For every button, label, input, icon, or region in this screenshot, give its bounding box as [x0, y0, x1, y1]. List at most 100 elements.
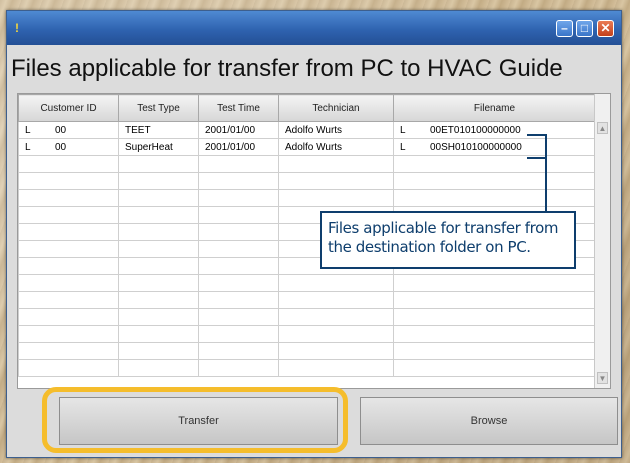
empty-cell	[198, 291, 279, 309]
empty-cell	[198, 206, 279, 224]
empty-cell	[278, 172, 394, 190]
empty-cell	[278, 359, 394, 377]
empty-cell	[198, 240, 279, 258]
empty-cell	[18, 325, 119, 343]
empty-cell	[278, 291, 394, 309]
vertical-scrollbar[interactable]: ▲ ▼	[594, 94, 610, 388]
empty-cell	[18, 155, 119, 173]
empty-cell	[118, 240, 199, 258]
minimize-button[interactable]: –	[556, 20, 573, 37]
empty-cell	[118, 308, 199, 326]
empty-cell	[18, 206, 119, 224]
empty-cell	[118, 342, 199, 360]
transfer-highlight-frame	[42, 387, 348, 453]
test-type-cell: SuperHeat	[118, 138, 199, 156]
table-row[interactable]: L 00 TEET 2001/01/00 Adolfo Wurts L 00ET01…	[18, 121, 596, 139]
empty-table-row	[18, 155, 596, 173]
empty-cell	[18, 308, 119, 326]
empty-cell	[278, 342, 394, 360]
column-header-customer-id[interactable]: Customer ID	[18, 94, 119, 122]
test-type-cell: TEET	[118, 121, 199, 139]
callout-annotation: Files applicable for transfer from the d…	[320, 211, 576, 269]
empty-cell	[393, 325, 596, 343]
empty-cell	[393, 342, 596, 360]
empty-cell	[198, 308, 279, 326]
empty-cell	[393, 155, 596, 173]
empty-cell	[198, 172, 279, 190]
app-window: ! – □ ✕ Files applicable for transfer fr…	[6, 10, 622, 458]
test-time-cell: 2001/01/00	[198, 121, 279, 139]
empty-table-row	[18, 274, 596, 292]
browse-button[interactable]: Browse	[360, 397, 618, 445]
callout-connector	[545, 134, 547, 212]
test-time-cell: 2001/01/00	[198, 138, 279, 156]
empty-cell	[118, 172, 199, 190]
empty-cell	[118, 206, 199, 224]
app-warning-icon: !	[15, 21, 19, 35]
empty-table-row	[18, 342, 596, 360]
empty-cell	[198, 257, 279, 275]
empty-cell	[278, 325, 394, 343]
close-button[interactable]: ✕	[597, 20, 614, 37]
empty-cell	[198, 223, 279, 241]
scroll-down-arrow-icon[interactable]: ▼	[597, 372, 608, 384]
empty-cell	[393, 359, 596, 377]
empty-table-row	[18, 325, 596, 343]
column-header-test-type[interactable]: Test Type	[118, 94, 199, 122]
empty-table-row	[18, 172, 596, 190]
empty-cell	[278, 274, 394, 292]
column-header-test-time[interactable]: Test Time	[198, 94, 279, 122]
filename-cell: L 00ET010100000000	[393, 121, 596, 139]
empty-cell	[198, 189, 279, 207]
empty-cell	[118, 189, 199, 207]
table-header-row: Customer ID Test Type Test Time Technici…	[18, 94, 596, 122]
empty-cell	[18, 257, 119, 275]
maximize-button[interactable]: □	[576, 20, 593, 37]
empty-cell	[393, 308, 596, 326]
empty-cell	[198, 155, 279, 173]
technician-cell: Adolfo Wurts	[278, 138, 394, 156]
empty-cell	[18, 172, 119, 190]
empty-cell	[118, 359, 199, 377]
empty-cell	[198, 274, 279, 292]
empty-cell	[198, 325, 279, 343]
empty-cell	[278, 189, 394, 207]
empty-cell	[118, 325, 199, 343]
scroll-up-arrow-icon[interactable]: ▲	[597, 122, 608, 134]
empty-table-row	[18, 359, 596, 377]
page-title: Files applicable for transfer from PC to…	[11, 55, 563, 82]
empty-cell	[118, 274, 199, 292]
callout-connector	[527, 157, 547, 159]
column-header-filename[interactable]: Filename	[393, 94, 596, 122]
empty-cell	[18, 274, 119, 292]
empty-cell	[118, 223, 199, 241]
empty-cell	[198, 342, 279, 360]
empty-cell	[18, 291, 119, 309]
empty-cell	[118, 155, 199, 173]
empty-cell	[278, 308, 394, 326]
table-row[interactable]: L 00 SuperHeat 2001/01/00 Adolfo Wurts L0…	[18, 138, 596, 156]
empty-cell	[198, 359, 279, 377]
empty-cell	[278, 155, 394, 173]
empty-table-row	[18, 291, 596, 309]
technician-cell: Adolfo Wurts	[278, 121, 394, 139]
empty-cell	[393, 274, 596, 292]
title-bar: ! – □ ✕	[7, 11, 621, 45]
empty-cell	[18, 342, 119, 360]
empty-cell	[393, 189, 596, 207]
empty-table-row	[18, 308, 596, 326]
empty-cell	[18, 240, 119, 258]
empty-cell	[18, 223, 119, 241]
empty-cell	[118, 291, 199, 309]
empty-cell	[393, 291, 596, 309]
empty-cell	[393, 172, 596, 190]
column-header-technician[interactable]: Technician	[278, 94, 394, 122]
customer-id-cell: L 00	[18, 138, 119, 156]
filename-cell: L 00SH010100000000	[393, 138, 596, 156]
empty-cell	[18, 359, 119, 377]
empty-cell	[18, 189, 119, 207]
empty-table-row	[18, 189, 596, 207]
customer-id-cell: L 00	[18, 121, 119, 139]
empty-cell	[118, 257, 199, 275]
callout-connector	[527, 134, 547, 136]
